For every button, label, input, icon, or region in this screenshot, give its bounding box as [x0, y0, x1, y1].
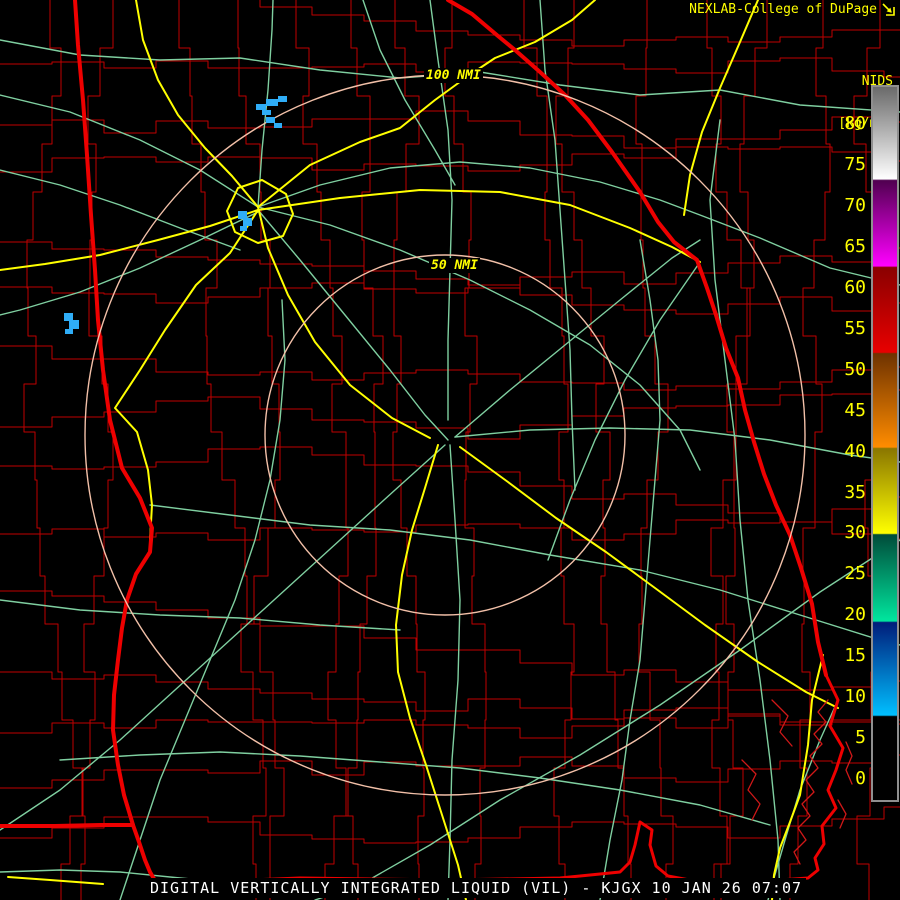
brand-stamp: NEXLAB-College of DuPage — [689, 2, 896, 17]
precip-echo — [64, 313, 73, 321]
colorbar-tick: 55 — [844, 318, 866, 339]
precip-echo — [243, 218, 252, 226]
colorbar-tick: 30 — [844, 522, 866, 543]
colorbar-gradient — [873, 87, 897, 800]
colorbar-tick: 15 — [844, 645, 866, 666]
radar-display: 100 NMI 50 NMI NEXLAB-College of DuPage … — [0, 0, 900, 900]
brand-text: NEXLAB-College of DuPage — [689, 2, 877, 17]
colorbar-tick: 20 — [844, 604, 866, 625]
precip-echo — [238, 211, 247, 219]
product-title: DIGITAL VERTICALLY INTEGRATED LIQUID (VI… — [146, 878, 806, 898]
precip-echo — [69, 320, 79, 329]
se-arrow-to-corner-icon — [882, 3, 895, 16]
colorbar-tick: 35 — [844, 482, 866, 503]
precip-echo — [262, 110, 271, 115]
colorbar-tick: 40 — [844, 441, 866, 462]
colorbar-tick: 60 — [844, 277, 866, 298]
colorbar-tick: 75 — [844, 154, 866, 175]
range-ring-label-100nmi: 100 NMI — [424, 68, 483, 83]
precip-echo — [266, 117, 275, 123]
precip-echo — [278, 96, 287, 102]
range-ring-label-50nmi: 50 NMI — [429, 258, 480, 273]
colorbar-tick: 25 — [844, 563, 866, 584]
range-ring — [264, 254, 626, 616]
map-canvas — [0, 0, 900, 900]
colorbar-tick: 70 — [844, 195, 866, 216]
colorbar-tick: 10 — [844, 686, 866, 707]
colorbar-tick: 65 — [844, 236, 866, 257]
precip-echo — [266, 99, 278, 106]
range-ring — [84, 74, 806, 796]
colorbar-tick: 45 — [844, 400, 866, 421]
colorbar-tick: 80 — [844, 113, 866, 134]
colorbar-tick: 5 — [855, 727, 866, 748]
colorbar-tick: 50 — [844, 359, 866, 380]
precip-echo — [65, 329, 73, 334]
precip-echo — [240, 226, 247, 231]
precip-echo — [274, 123, 282, 128]
precip-echo — [256, 104, 266, 110]
colorbar — [871, 85, 899, 802]
colorbar-tick: 0 — [855, 768, 866, 789]
